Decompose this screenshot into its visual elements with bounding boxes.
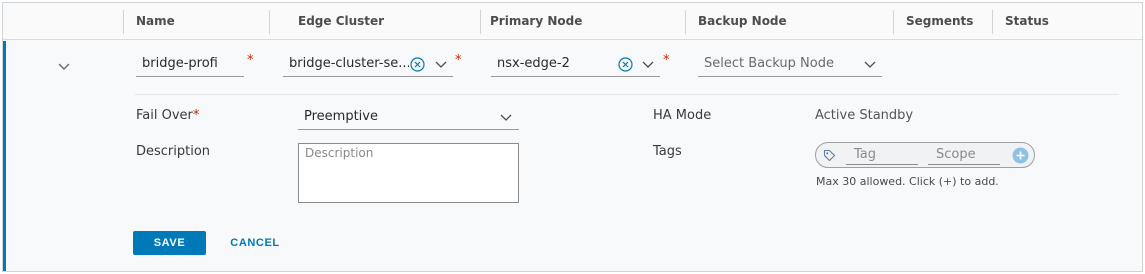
backup-node-placeholder: Select Backup Node (704, 56, 834, 71)
fail-over-value: Preemptive (304, 109, 378, 124)
column-header-backup-node[interactable]: Backup Node (698, 3, 787, 40)
cancel-button[interactable]: CANCEL (225, 231, 285, 255)
fail-over-select[interactable]: Preemptive (298, 104, 519, 130)
required-indicator: * (455, 53, 462, 68)
column-header-segments[interactable]: Segments (906, 3, 973, 40)
column-header-status[interactable]: Status (1005, 3, 1049, 40)
column-separator (480, 10, 481, 34)
row-accent-bar (3, 41, 6, 271)
backup-node-select[interactable]: Select Backup Node (698, 51, 882, 77)
edge-cluster-select[interactable]: bridge-cluster-se... (283, 51, 453, 77)
save-button[interactable]: SAVE (133, 231, 206, 255)
chevron-down-icon[interactable] (435, 58, 447, 70)
table-header: Name Edge Cluster Primary Node Backup No… (3, 3, 1142, 40)
chevron-down-icon[interactable] (642, 58, 654, 70)
column-header-edge-cluster[interactable]: Edge Cluster (298, 3, 384, 40)
column-separator (992, 10, 993, 34)
plus-circle-icon[interactable] (1012, 147, 1029, 164)
description-label: Description (136, 144, 211, 159)
column-header-name[interactable]: Name (136, 3, 175, 40)
column-separator (123, 10, 124, 34)
column-separator (685, 10, 686, 34)
required-indicator: * (663, 53, 670, 68)
chevron-down-icon[interactable] (57, 59, 71, 73)
edge-cluster-value: bridge-cluster-se... (289, 56, 409, 71)
column-separator (893, 10, 894, 34)
column-header-primary-node[interactable]: Primary Node (490, 3, 582, 40)
name-input[interactable]: bridge-profi (136, 51, 244, 77)
tag-icon (823, 149, 836, 162)
chevron-down-icon[interactable] (864, 58, 876, 70)
table-row-editing: bridge-profi * bridge-cluster-se... * ns… (3, 41, 1142, 271)
primary-node-select[interactable]: nsx-edge-2 (491, 51, 660, 77)
clear-circle-icon[interactable] (410, 57, 425, 72)
clear-circle-icon[interactable] (618, 57, 633, 72)
bridge-profile-table: Name Edge Cluster Primary Node Backup No… (2, 2, 1143, 272)
chevron-down-icon[interactable] (500, 111, 512, 123)
primary-node-value: nsx-edge-2 (497, 56, 570, 71)
required-indicator: * (247, 53, 254, 68)
fail-over-label: Fail Over* (136, 108, 199, 124)
row-divider (135, 94, 1119, 95)
tags-input-group: Tag Scope (815, 142, 1035, 168)
tags-hint: Max 30 allowed. Click (+) to add. (816, 175, 999, 188)
scope-input[interactable]: Scope (928, 146, 1000, 165)
description-textarea[interactable]: Description (298, 143, 519, 203)
ha-mode-label: HA Mode (653, 108, 712, 123)
column-separator (269, 10, 270, 34)
ha-mode-value: Active Standby (815, 108, 914, 123)
tag-input[interactable]: Tag (846, 146, 918, 165)
required-indicator: * (192, 108, 200, 123)
fail-over-label-text: Fail Over (136, 108, 193, 123)
tags-label: Tags (653, 144, 682, 159)
